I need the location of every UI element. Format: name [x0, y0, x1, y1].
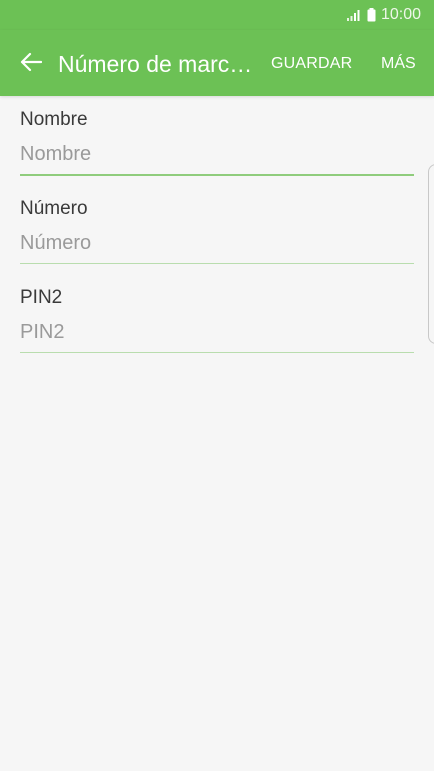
name-underline — [20, 174, 414, 176]
status-bar: 10:00 — [0, 0, 434, 30]
battery-icon — [367, 8, 376, 22]
page-title: Número de marc… — [58, 51, 253, 77]
edge-panel-handle[interactable] — [428, 164, 434, 344]
pin2-input[interactable] — [20, 319, 414, 345]
clock-time: 10:00 — [380, 6, 421, 23]
arrow-left-icon — [20, 52, 43, 77]
save-button[interactable]: GUARDAR — [271, 54, 352, 74]
number-input[interactable] — [20, 230, 414, 256]
more-button[interactable]: MÁS — [381, 54, 416, 74]
back-button[interactable] — [14, 47, 48, 81]
status-indicators: 10:00 — [346, 6, 421, 24]
name-label: Nombre — [20, 109, 88, 130]
signal-icon — [346, 8, 362, 22]
number-underline — [20, 263, 414, 264]
phone-screen: 10:00 Número de marc… GUARDAR MÁS Nombre… — [0, 0, 434, 771]
app-bar: Número de marc… GUARDAR MÁS — [0, 30, 434, 96]
number-label: Número — [20, 198, 88, 219]
name-input[interactable] — [20, 141, 414, 167]
pin2-label: PIN2 — [20, 287, 63, 308]
pin2-underline — [20, 352, 414, 353]
